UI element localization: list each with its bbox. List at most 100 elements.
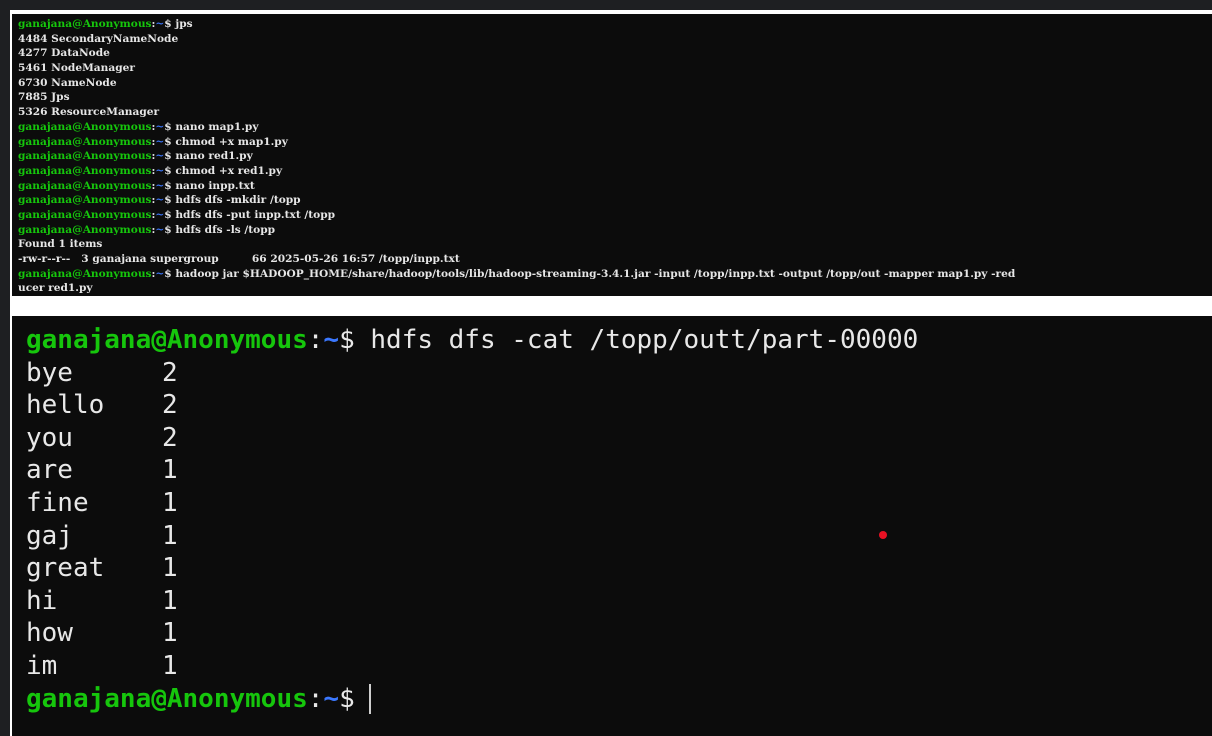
terminal-output-line: 5326 ResourceManager — [18, 105, 1212, 120]
terminal-command-line: ganajana@Anonymous:~$ jps — [18, 17, 1212, 32]
word-cell: you — [26, 422, 73, 453]
window-top-edge — [0, 0, 1212, 10]
word-count-row: hello 2 — [26, 389, 918, 422]
terminal-output-line: 4277 DataNode — [18, 46, 1212, 61]
prompt-symbol: $ — [164, 223, 172, 236]
prompt-path: ~ — [323, 325, 340, 355]
prompt-user: ganajana@Anonymous — [18, 150, 152, 163]
prompt-symbol: $ — [164, 135, 172, 148]
count-cell: 1 — [162, 585, 178, 616]
prompt-symbol: $ — [164, 194, 172, 207]
word-cell: are — [26, 455, 73, 486]
count-cell: 1 — [162, 553, 178, 584]
prompt-user: ganajana@Anonymous — [18, 179, 152, 192]
count-cell: 2 — [162, 357, 178, 388]
word-count-row: gaj 1 — [26, 520, 918, 553]
output-text: 5326 ResourceManager — [18, 106, 160, 119]
terminal-output-line: 5461 NodeManager — [18, 61, 1212, 76]
top-terminal-output: ganajana@Anonymous:~$ jps 4484 SecondaryN… — [12, 14, 1212, 296]
top-terminal-window[interactable]: ganajana@Anonymous:~$ jps 4484 SecondaryN… — [12, 14, 1212, 296]
prompt-path: ~ — [155, 208, 165, 221]
prompt-user: ganajana@Anonymous — [18, 194, 152, 207]
terminal-command-line: ganajana@Anonymous:~$ hdfs dfs -ls /topp — [18, 223, 1212, 238]
prompt-path: ~ — [155, 223, 165, 236]
word-count-row: im 1 — [26, 650, 918, 683]
terminal-command-line: ganajana@Anonymous:~$ chmod +x red1.py — [18, 164, 1212, 179]
count-cell: 1 — [162, 618, 178, 649]
command-text: hdfs dfs -mkdir /topp — [171, 194, 301, 207]
word-cell: bye — [26, 357, 73, 388]
prompt-path: ~ — [155, 194, 165, 207]
word-count-row: fine 1 — [26, 487, 918, 520]
terminal-command-line: ganajana@Anonymous:~$ hadoop jar $HADOOP… — [18, 267, 1212, 282]
terminal-command-line: ganajana@Anonymous:~$ nano map1.py — [18, 120, 1212, 135]
terminal-command-line: ganajana@Anonymous:~$ chmod +x map1.py — [18, 135, 1212, 150]
terminal-output-line: ucer red1.py — [18, 281, 1212, 296]
bottom-terminal-output: ganajana@Anonymous:~$ hdfs dfs -cat /top… — [26, 324, 918, 715]
terminal-output-line: -rw-r--r-- 3 ganajana supergroup 66 2025… — [18, 252, 1212, 267]
prompt-user: ganajana@Anonymous — [18, 164, 152, 177]
terminal-output-line: 4484 SecondaryNameNode — [18, 32, 1212, 47]
word-cell: fine — [26, 487, 89, 518]
prompt-user: ganajana@Anonymous — [26, 683, 308, 714]
word-cell: how — [26, 618, 73, 649]
word-cell: hi — [26, 585, 58, 616]
word-count-row: hi 1 — [26, 585, 918, 618]
terminal-divider — [12, 296, 1212, 316]
terminal-output-line: Found 1 items — [18, 237, 1212, 252]
word-count-row: bye 2 — [26, 357, 918, 390]
command-text: nano red1.py — [171, 150, 253, 163]
command-text: hdfs dfs -cat /topp/outt/part-00000 — [354, 325, 919, 355]
active-prompt-line[interactable]: ganajana@Anonymous:~$ — [26, 683, 918, 716]
output-text: 5461 NodeManager — [18, 62, 135, 75]
prompt-symbol: $ — [164, 150, 172, 163]
count-cell: 1 — [162, 455, 178, 486]
prompt-path: ~ — [155, 135, 165, 148]
prompt-user: ganajana@Anonymous — [18, 135, 152, 148]
word-count-row: great 1 — [26, 552, 918, 585]
output-text: 7885 Jps — [18, 91, 70, 104]
prompt-symbol: $ — [164, 18, 172, 30]
word-count-row: you 2 — [26, 422, 918, 455]
command-text: chmod +x red1.py — [171, 164, 283, 177]
output-text: -rw-r--r-- 3 ganajana supergroup 66 2025… — [18, 253, 460, 265]
count-cell: 1 — [162, 520, 178, 551]
prompt-user: ganajana@Anonymous — [18, 208, 152, 221]
word-cell: hello — [26, 390, 105, 421]
terminal-command-line: ganajana@Anonymous:~$ hdfs dfs -mkdir /t… — [18, 193, 1212, 208]
prompt-symbol: $ — [164, 208, 172, 221]
terminal-command-line: ganajana@Anonymous:~$ nano red1.py — [18, 149, 1212, 164]
prompt-symbol: $ — [164, 179, 172, 192]
command-text: nano map1.py — [171, 120, 259, 133]
terminal-output-line: 7885 Jps — [18, 90, 1212, 105]
command-text: jps — [171, 18, 193, 30]
prompt-path: ~ — [155, 179, 165, 192]
count-cell: 2 — [162, 390, 178, 421]
word-count-row: how 1 — [26, 617, 918, 650]
terminal-command-line: ganajana@Anonymous:~$ hdfs dfs -put inpp… — [18, 208, 1212, 223]
prompt-separator: : — [307, 325, 324, 355]
output-text: 6730 NameNode — [18, 76, 117, 89]
prompt-user: ganajana@Anonymous — [18, 267, 152, 280]
prompt-path: ~ — [155, 18, 165, 30]
prompt-symbol: $ — [339, 683, 355, 714]
command-text: nano inpp.txt — [171, 179, 255, 192]
prompt-path: ~ — [155, 150, 165, 163]
prompt-user: ganajana@Anonymous — [26, 325, 308, 355]
bottom-terminal-window[interactable]: ganajana@Anonymous:~$ hdfs dfs -cat /top… — [12, 316, 1212, 736]
prompt-symbol: $ — [164, 164, 172, 177]
output-text: ucer red1.py — [18, 282, 93, 295]
pointer-marker-dot — [879, 531, 887, 539]
count-cell: 1 — [162, 650, 178, 681]
prompt-path: ~ — [323, 683, 340, 714]
word-cell: great — [26, 553, 105, 584]
prompt-user: ganajana@Anonymous — [18, 223, 152, 236]
word-count-row: are 1 — [26, 454, 918, 487]
prompt-symbol: $ — [164, 267, 172, 280]
prompt-path: ~ — [155, 267, 165, 280]
prompt-path: ~ — [155, 164, 165, 177]
command-text: chmod +x map1.py — [171, 135, 288, 148]
count-cell: 2 — [162, 422, 178, 453]
word-cell: im — [26, 650, 58, 681]
count-cell: 1 — [162, 487, 178, 518]
